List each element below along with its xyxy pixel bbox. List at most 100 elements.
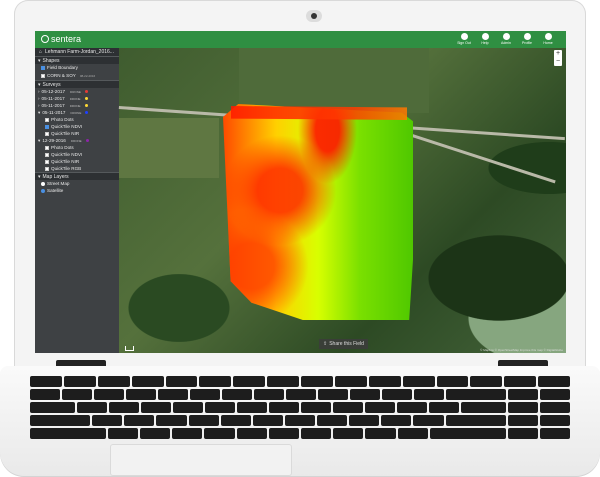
share-icon: ⇪ <box>323 341 328 347</box>
base-layer-satellite[interactable]: Satellite <box>35 187 119 194</box>
radio-button[interactable] <box>41 181 45 186</box>
map-field <box>239 48 429 113</box>
share-field-button[interactable]: ⇪ Share this Field <box>319 339 368 349</box>
sign-out-icon <box>460 33 468 40</box>
survey-layer-label: Photo Dots <box>51 145 74 150</box>
chevron-down-icon: ▾ <box>38 81 41 88</box>
webcam <box>306 10 322 22</box>
brand-name: sentera <box>51 34 82 44</box>
admin-button[interactable]: Admin <box>498 32 514 47</box>
checkbox[interactable] <box>45 159 49 164</box>
zoom-control: + − <box>554 50 562 66</box>
section-title: Surveys <box>42 81 61 88</box>
admin-label: Admin <box>501 41 511 45</box>
survey-item[interactable]: ▾ 05-11-2017 DRONE <box>35 109 119 116</box>
map-credit: © Mapbox © OpenStreetMap Improve this ma… <box>480 348 563 352</box>
survey-date: 05-11-2017 <box>42 110 66 115</box>
chevron-right-icon: › <box>38 96 40 101</box>
survey-date: 05-11-2017 <box>41 103 65 108</box>
checkbox[interactable] <box>41 65 45 70</box>
base-layer-street[interactable]: Street Map <box>35 180 119 187</box>
zoom-out-button[interactable]: − <box>554 58 562 66</box>
chevron-down-icon: ▾ <box>38 173 41 180</box>
survey-item[interactable]: ▾ 12-29-2016 DRONE <box>35 137 119 144</box>
survey-layer-label: QuickTile NDVI <box>51 152 83 157</box>
map-view[interactable]: + − ⇪ Share this Field © Mapbox © OpenSt… <box>118 48 566 353</box>
chevron-down-icon: ▾ <box>38 109 41 115</box>
section-map-layers[interactable]: ▾ Map Layers <box>35 172 119 180</box>
layer-label: CORN & SOY <box>47 73 76 78</box>
chevron-right-icon: › <box>38 89 40 94</box>
home-icon[interactable]: ⌂ <box>39 49 42 55</box>
survey-date: 05-12-2017 <box>41 89 66 94</box>
survey-layer[interactable]: QuickTile NDVI <box>35 123 119 130</box>
survey-layer[interactable]: Photo Dots <box>35 144 119 151</box>
survey-layer[interactable]: QuickTile NIR <box>35 158 119 165</box>
layer-label: Street Map <box>47 181 70 186</box>
chevron-down-icon: ▾ <box>38 57 41 64</box>
chevron-right-icon: › <box>38 103 40 108</box>
checkbox[interactable] <box>45 124 49 129</box>
survey-color-dot <box>84 104 88 107</box>
survey-layer-label: QuickTile NIR <box>51 159 80 164</box>
survey-layer[interactable]: Photo Dots <box>35 116 119 123</box>
home-label: Home <box>543 41 553 45</box>
survey-layer[interactable]: QuickTile NIR <box>35 130 119 137</box>
survey-layer-label: Photo Dots <box>51 117 74 122</box>
sign-out-button[interactable]: Sign Out <box>456 32 472 47</box>
top-nav-bar: sentera Sign Out Help Admin Profile Home <box>35 31 566 48</box>
checkbox[interactable] <box>45 117 49 122</box>
laptop-base <box>0 366 600 477</box>
section-surveys[interactable]: ▾ Surveys <box>35 80 119 88</box>
section-title: Map Layers <box>42 173 69 180</box>
survey-tag: DRONE <box>70 138 82 143</box>
sign-out-label: Sign Out <box>457 41 471 45</box>
checkbox[interactable] <box>41 73 45 78</box>
layer-corn-soy[interactable]: CORN & SOY 08-22-2016 <box>35 71 119 80</box>
survey-color-dot <box>85 139 89 142</box>
checkbox[interactable] <box>45 166 49 171</box>
help-label: Help <box>481 41 489 45</box>
breadcrumb: ⌂ Lehmann Farm-Jordan_2016... <box>35 48 119 56</box>
layer-field-boundary[interactable]: Field Boundary <box>35 64 119 71</box>
chevron-down-icon: ▾ <box>38 137 41 143</box>
ndvi-overlay <box>223 104 413 320</box>
survey-tag: DRONE <box>69 103 81 108</box>
checkbox[interactable] <box>45 131 49 136</box>
survey-tag: DRONE <box>70 89 81 94</box>
checkbox[interactable] <box>45 145 49 150</box>
survey-tag: DRONE <box>69 96 81 101</box>
checkbox[interactable] <box>45 152 49 157</box>
sentera-logo-icon <box>41 35 49 43</box>
help-icon <box>481 33 489 40</box>
section-shapes[interactable]: ▾ Shapes <box>35 56 119 64</box>
section-title: Shapes <box>42 57 60 64</box>
survey-item[interactable]: › 05-11-2017 DRONE <box>35 102 119 109</box>
survey-layer[interactable]: QuickTile RGB <box>35 165 119 172</box>
ndvi-overlay-edge <box>231 106 407 120</box>
keyboard <box>30 376 571 444</box>
survey-layer[interactable]: QuickTile NDVI <box>35 151 119 158</box>
layer-label: Satellite <box>47 188 64 193</box>
sidebar: ⌂ Lehmann Farm-Jordan_2016... ▾ Shapes Fi… <box>35 48 119 353</box>
survey-item[interactable]: › 05-12-2017 DRONE <box>35 88 119 95</box>
zoom-in-button[interactable]: + <box>554 50 562 58</box>
radio-button[interactable] <box>41 188 45 193</box>
help-button[interactable]: Help <box>477 32 493 47</box>
map-scale <box>125 346 135 351</box>
survey-date: 05-11-2017 <box>41 96 65 101</box>
layer-label: Field Boundary <box>47 65 78 70</box>
home-icon <box>544 33 552 40</box>
home-button[interactable]: Home <box>540 32 556 47</box>
user-icon <box>523 33 531 40</box>
breadcrumb-field[interactable]: Lehmann Farm-Jordan_2016... <box>45 49 114 55</box>
survey-tag: DRONE <box>70 110 82 115</box>
survey-layer-label: QuickTile RGB <box>51 166 82 171</box>
map-field <box>119 118 219 178</box>
survey-item[interactable]: › 05-11-2017 DRONE <box>35 95 119 102</box>
survey-layer-label: QuickTile NIR <box>51 131 80 136</box>
survey-color-dot <box>85 111 89 114</box>
brand-logo[interactable]: sentera <box>41 34 81 44</box>
profile-button[interactable]: Profile <box>519 32 535 47</box>
layer-date: 08-22-2016 <box>79 73 96 78</box>
